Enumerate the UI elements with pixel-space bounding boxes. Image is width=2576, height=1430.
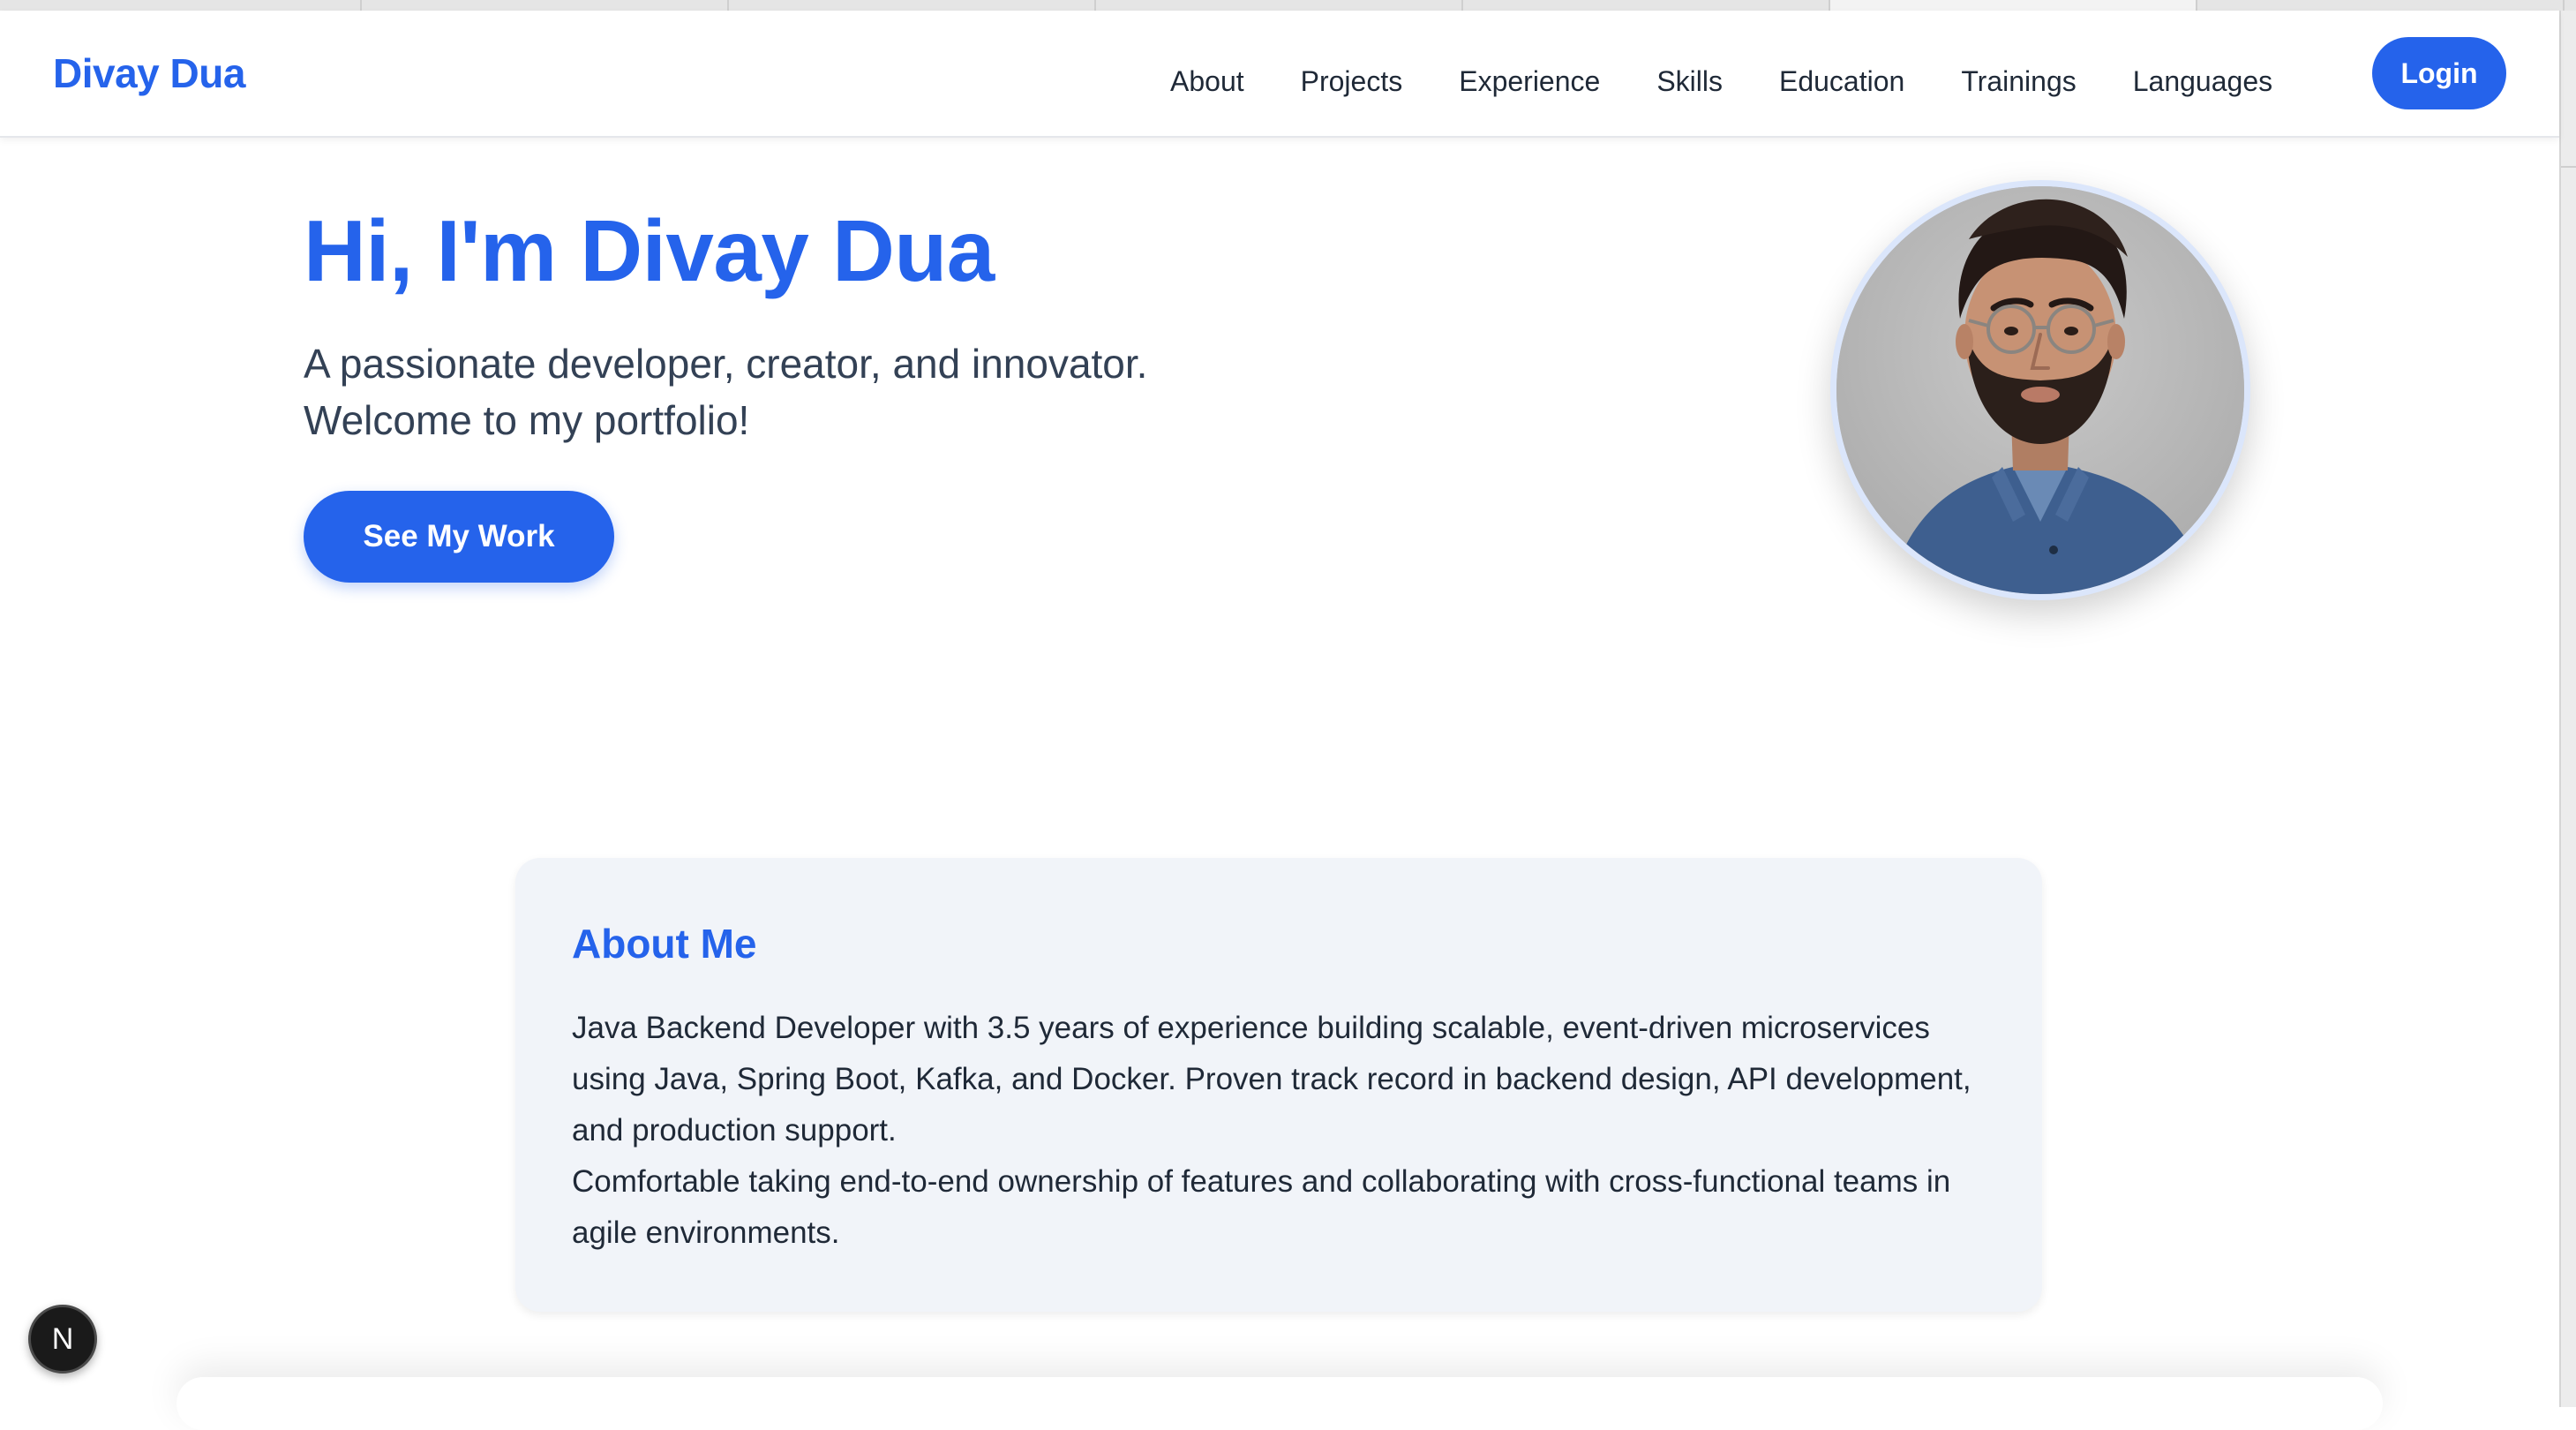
hero-subtitle: A passionate developer, creator, and inn… <box>304 335 1274 448</box>
browser-tab[interactable] <box>729 0 1096 11</box>
profile-photo <box>1830 180 2250 600</box>
browser-tab[interactable] <box>362 0 729 11</box>
nav-links: About Projects Experience Skills Educati… <box>1170 55 2329 108</box>
browser-tab[interactable] <box>2197 0 2565 11</box>
site-brand[interactable]: Divay Dua <box>53 49 245 97</box>
window-scrollbar[interactable] <box>2559 11 2576 1407</box>
hero-subtitle-line: A passionate developer, creator, and inn… <box>304 341 1148 387</box>
nav-link-education[interactable]: Education <box>1779 65 1904 98</box>
site-navbar: Divay Dua About Projects Experience Skil… <box>0 11 2559 138</box>
browser-tab[interactable] <box>1096 0 1463 11</box>
browser-tab[interactable] <box>1463 0 1830 11</box>
about-title: About Me <box>572 921 757 967</box>
next-section-card <box>176 1377 2383 1430</box>
about-card: About Me Java Backend Developer with 3.5… <box>515 858 2042 1312</box>
profile-photo-illustration <box>1836 186 2244 594</box>
nav-link-languages[interactable]: Languages <box>2133 65 2272 98</box>
nextjs-dev-indicator[interactable]: N <box>28 1305 97 1374</box>
about-paragraph: Java Backend Developer with 3.5 years of… <box>572 1011 1971 1148</box>
nav-link-skills[interactable]: Skills <box>1656 65 1723 98</box>
browser-tab-active[interactable] <box>1830 0 2197 11</box>
nav-link-about[interactable]: About <box>1170 65 1244 98</box>
nav-link-trainings[interactable]: Trainings <box>1961 65 2076 98</box>
nav-link-projects[interactable]: Projects <box>1301 65 1403 98</box>
browser-tab[interactable] <box>0 0 362 11</box>
hero-subtitle-line: Welcome to my portfolio! <box>304 397 750 443</box>
browser-tab-strip <box>0 0 2576 11</box>
see-my-work-button[interactable]: See My Work <box>304 491 614 583</box>
login-button[interactable]: Login <box>2372 37 2506 109</box>
nav-link-experience[interactable]: Experience <box>1459 65 1600 98</box>
hero-title: Hi, I'm Divay Dua <box>304 202 995 299</box>
about-paragraph: Comfortable taking end-to-end ownership … <box>572 1164 1951 1250</box>
about-body: Java Backend Developer with 3.5 years of… <box>572 1003 2001 1259</box>
